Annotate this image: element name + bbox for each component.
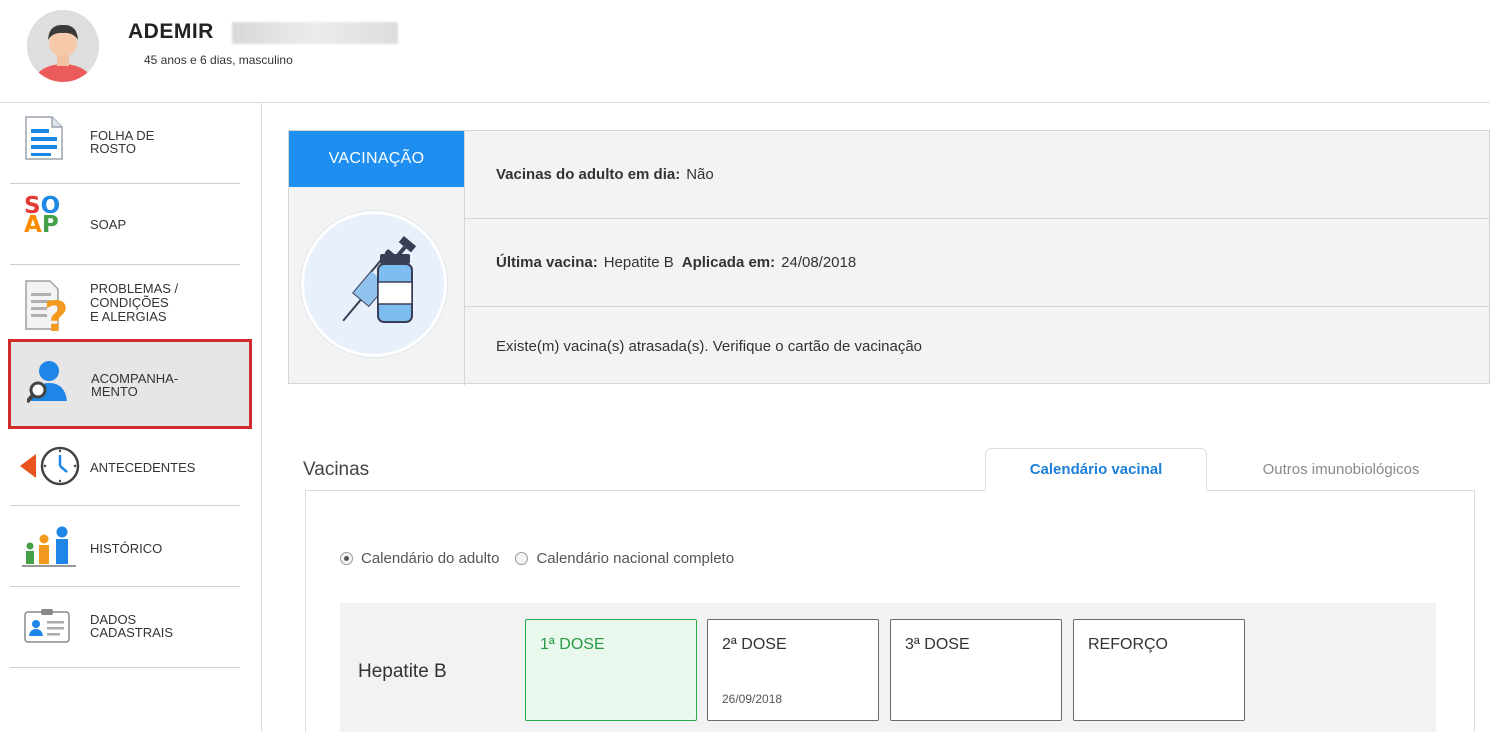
- calendar-radio-group: Calendário do adulto Calendário nacional…: [340, 550, 750, 567]
- last-vaccine-value: Hepatite B: [603, 254, 674, 271]
- vaccines-up-to-date-value: Não: [686, 166, 714, 183]
- tab-calendario-vacinal[interactable]: Calendário vacinal: [985, 448, 1207, 491]
- sidebar-item-folha-de-rosto[interactable]: FOLHA DE ROSTO: [10, 103, 240, 184]
- vaccine-name: Hepatite B: [358, 661, 447, 682]
- sidebar-item-acompanhamento[interactable]: ACOMPANHA- MENTO: [8, 339, 252, 429]
- family-icon: [22, 524, 78, 573]
- dose-label: 1ª DOSE: [540, 636, 605, 653]
- vacinas-title: Vacinas: [303, 459, 370, 480]
- sidebar-item-label: ACOMPANHA- MENTO: [91, 371, 179, 399]
- sidebar-item-label: ANTECEDENTES: [90, 460, 196, 475]
- sidebar-item-problemas[interactable]: ? PROBLEMAS / CONDIÇÕES E ALERGIAS: [10, 265, 240, 341]
- vaccines-up-to-date-row: Vacinas do adulto em dia: Não: [465, 131, 1490, 219]
- applied-on-label: Aplicada em:: [681, 254, 776, 271]
- soap-icon: SO AP: [24, 193, 61, 238]
- dose-label: 2ª DOSE: [722, 636, 787, 653]
- sidebar-item-dados-cadastrais[interactable]: DADOS CADASTRAIS: [10, 587, 240, 668]
- clock-back-icon: [20, 444, 82, 493]
- dose-card-3[interactable]: 3ª DOSE: [890, 619, 1062, 721]
- avatar-person-icon: [27, 10, 99, 82]
- overdue-warning-row: Existe(m) vacina(s) atrasada(s). Verifiq…: [465, 307, 1490, 385]
- sidebar-item-label: DADOS CADASTRAIS: [90, 612, 174, 640]
- dose-label: REFORÇO: [1088, 636, 1168, 653]
- sidebar-item-label: HISTÓRICO: [90, 541, 163, 556]
- last-vaccine-row: Última vacina: Hepatite B Aplicada em: 2…: [465, 219, 1490, 307]
- vaccination-summary-card: VACINAÇÃO Vacinas do adulto em dia: Não …: [288, 130, 1490, 385]
- sidebar-item-label: SOAP: [90, 217, 127, 232]
- sidebar-item-soap[interactable]: SO AP SOAP: [10, 184, 240, 265]
- radio-calendario-nacional[interactable]: [515, 552, 529, 565]
- sidebar-item-historico[interactable]: HISTÓRICO: [10, 506, 240, 587]
- radio-label[interactable]: Calendário nacional completo: [536, 550, 734, 567]
- dose-date: 26/09/2018: [722, 692, 783, 706]
- last-vaccine-label: Última vacina:: [496, 254, 598, 271]
- patient-header: ADEMIR 45 anos e 6 dias, masculino: [0, 0, 1490, 103]
- question-document-icon: ?: [24, 279, 70, 341]
- radio-label[interactable]: Calendário do adulto: [361, 550, 499, 567]
- dose-card-reforco[interactable]: REFORÇO: [1073, 619, 1245, 721]
- patient-age-sex: 45 anos e 6 dias, masculino: [144, 53, 293, 67]
- avatar: [27, 10, 99, 82]
- document-icon: [24, 115, 64, 166]
- id-card-icon: [24, 609, 70, 648]
- overdue-warning-text: Existe(m) vacina(s) atrasada(s). Verifiq…: [496, 337, 923, 355]
- vaccine-icon: [301, 211, 447, 357]
- radio-calendario-adulto[interactable]: [340, 552, 353, 565]
- dose-label: 3ª DOSE: [905, 636, 970, 653]
- vaccines-up-to-date-label: Vacinas do adulto em dia:: [496, 166, 681, 183]
- redacted-surname: [232, 22, 398, 44]
- sidebar-item-label: FOLHA DE ROSTO: [90, 128, 155, 156]
- dose-card-1[interactable]: 1ª DOSE: [525, 619, 697, 721]
- dose-row: [340, 603, 1436, 732]
- user-search-icon: [25, 359, 67, 408]
- sidebar-item-antecedentes[interactable]: ANTECEDENTES: [10, 426, 240, 506]
- sidebar: FOLHA DE ROSTO SO AP SOAP ? PROBLEMAS / C…: [0, 103, 262, 732]
- vaccination-tab[interactable]: VACINAÇÃO: [289, 131, 464, 187]
- patient-name: ADEMIR: [128, 20, 214, 43]
- dose-card-2[interactable]: 2ª DOSE 26/09/2018: [707, 619, 879, 721]
- svg-text:?: ?: [44, 292, 68, 333]
- tab-outros-imunobiologicos[interactable]: Outros imunobiológicos: [1207, 448, 1475, 491]
- applied-on-value: 24/08/2018: [781, 254, 857, 271]
- sidebar-item-label: PROBLEMAS / CONDIÇÕES E ALERGIAS: [90, 281, 179, 324]
